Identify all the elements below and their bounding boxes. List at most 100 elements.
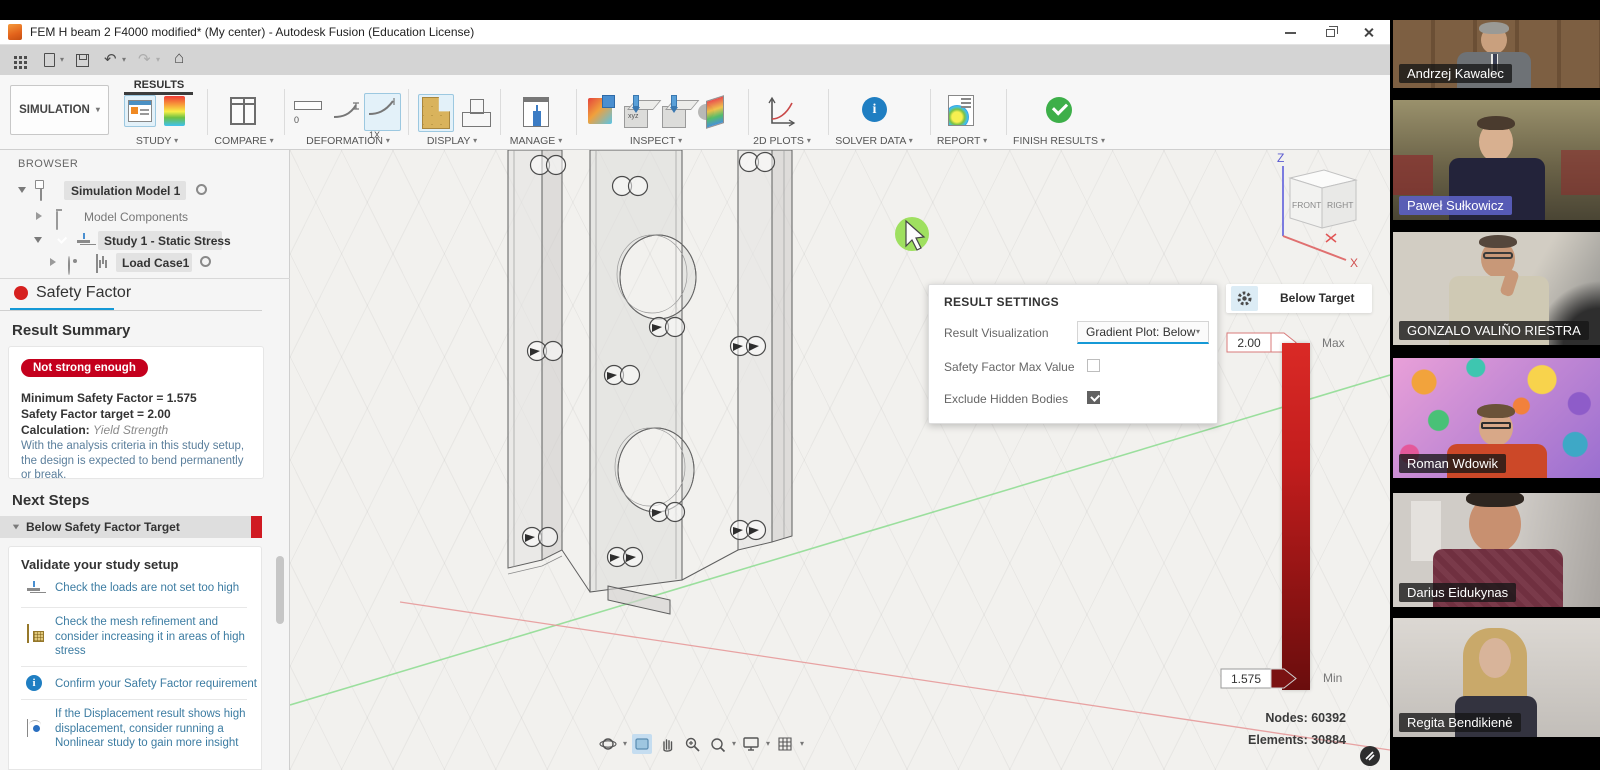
- exclude-checkbox[interactable]: [1087, 391, 1100, 404]
- close-button[interactable]: [1353, 23, 1383, 42]
- minimize-button[interactable]: [1275, 23, 1305, 42]
- viewcube[interactable]: Z FRONT RIGHT X: [1277, 151, 1358, 270]
- participant-tile[interactable]: Paweł Sułkowicz: [1393, 100, 1600, 220]
- orbit-icon[interactable]: [598, 734, 618, 754]
- visualization-dropdown[interactable]: Gradient Plot: Below ▾: [1077, 321, 1209, 344]
- group-label-deformation[interactable]: DEFORMATION ▾: [294, 135, 402, 147]
- pan-icon[interactable]: [657, 734, 677, 754]
- left-panel: BROWSER Simulation Model 1 Model Compone…: [0, 150, 290, 770]
- group-label-report[interactable]: REPORT ▾: [922, 135, 1002, 147]
- display-settings-caret-icon[interactable]: ▾: [766, 739, 770, 748]
- deformation-scaled-button[interactable]: 1X: [364, 93, 401, 131]
- tree-row-load-case[interactable]: Load Case1: [0, 253, 262, 272]
- collapsed-chevron-icon[interactable]: [50, 258, 56, 266]
- tree-row-model-components[interactable]: Model Components: [0, 207, 262, 226]
- group-label-study[interactable]: STUDY ▾: [124, 135, 190, 147]
- next-step-link[interactable]: Check the mesh refinement and consider i…: [55, 615, 247, 659]
- deformation-none-button[interactable]: 0: [294, 101, 322, 128]
- study-current-button[interactable]: [124, 95, 156, 127]
- expand-chevron-icon[interactable]: [18, 187, 26, 193]
- inspect-slice-plane-button[interactable]: [698, 98, 728, 126]
- max-value-checkbox[interactable]: [1087, 359, 1100, 372]
- tree-item-label[interactable]: Study 1 - Static Stress: [104, 234, 231, 248]
- expand-chevron-icon[interactable]: [34, 237, 42, 243]
- undo-caret-icon[interactable]: ▾: [122, 55, 126, 64]
- zoom-icon[interactable]: [682, 734, 702, 754]
- fit-caret-icon[interactable]: ▾: [732, 739, 736, 748]
- display-settings-icon[interactable]: [741, 734, 761, 754]
- feedback-bubble-icon[interactable]: [1360, 746, 1380, 766]
- tree-item-label[interactable]: Simulation Model 1: [71, 184, 180, 198]
- viewcube-right-face[interactable]: RIGHT: [1327, 200, 1353, 210]
- save-icon[interactable]: [76, 54, 89, 67]
- participant-tile[interactable]: Regita Bendikienė: [1393, 618, 1600, 737]
- collapsed-chevron-icon[interactable]: [36, 212, 42, 220]
- group-label-display[interactable]: DISPLAY ▾: [414, 135, 490, 147]
- legend-min-flag[interactable]: 1.575: [1220, 668, 1306, 690]
- report-button[interactable]: [948, 95, 974, 126]
- orbit-caret-icon[interactable]: ▾: [623, 739, 627, 748]
- file-menu-caret-icon[interactable]: ▾: [60, 55, 64, 64]
- dropdown-value: Gradient Plot: Below: [1086, 325, 1195, 339]
- viewcube-front-face[interactable]: FRONT: [1292, 200, 1321, 210]
- grid-caret-icon[interactable]: ▾: [800, 739, 804, 748]
- manage-settings-icon: [523, 97, 549, 127]
- undeformed-icon: [294, 101, 322, 110]
- activate-radio[interactable]: [196, 184, 207, 195]
- activate-radio[interactable]: [200, 256, 211, 267]
- group-label-solver-data[interactable]: SOLVER DATA ▾: [824, 135, 924, 147]
- next-step-link[interactable]: Confirm your Safety Factor requirement: [55, 677, 255, 692]
- ribbon-tab-results[interactable]: RESULTS: [124, 79, 194, 91]
- ribbon-toolbar: SIMULATION ▾ RESULTS STUDY ▾ COMPARE ▾ 0: [0, 75, 1390, 150]
- 2d-plots-button[interactable]: [766, 95, 798, 129]
- below-target-section-row[interactable]: Below Safety Factor Target: [0, 516, 262, 538]
- visibility-eye-icon[interactable]: [68, 256, 70, 275]
- group-label-2d-plots[interactable]: 2D PLOTS ▾: [742, 135, 822, 147]
- tree-item-label[interactable]: Model Components: [84, 210, 188, 224]
- compare-button[interactable]: [230, 97, 256, 125]
- next-step-link[interactable]: If the Displacement result shows high di…: [55, 707, 253, 751]
- solver-data-button[interactable]: [862, 97, 887, 122]
- section-chevron-icon: [13, 525, 19, 530]
- manage-button[interactable]: [523, 97, 549, 127]
- fit-icon[interactable]: [707, 734, 727, 754]
- participant-tile[interactable]: GONZALO VALIÑO RIESTRA: [1393, 232, 1600, 345]
- viewport-canvas[interactable]: Z FRONT RIGHT X RESULT SETTINGS Result V…: [290, 150, 1390, 770]
- inspect-point-button[interactable]: [662, 98, 686, 128]
- participant-tile[interactable]: Roman Wdowik: [1393, 358, 1600, 478]
- group-label-inspect[interactable]: INSPECT ▾: [616, 135, 696, 147]
- redo-caret-icon[interactable]: ▾: [156, 55, 160, 64]
- inspect-point-xyz-button[interactable]: xyz: [624, 98, 648, 128]
- tree-row-study-1[interactable]: Study 1 - Static Stress: [0, 231, 262, 250]
- app-launcher-icon[interactable]: [14, 56, 17, 59]
- display-mesh-button[interactable]: [418, 94, 454, 132]
- group-label-manage[interactable]: MANAGE ▾: [500, 135, 572, 147]
- finish-results-button[interactable]: [1046, 97, 1072, 123]
- group-label-compare[interactable]: COMPARE ▾: [206, 135, 282, 147]
- redo-icon[interactable]: ↷: [138, 52, 151, 68]
- grid-layout-icon[interactable]: [775, 734, 795, 754]
- participant-name: GONZALO VALIÑO RIESTRA: [1399, 321, 1589, 340]
- safety-factor-target: Safety Factor target = 2.00: [21, 407, 171, 421]
- next-step-link[interactable]: Check the loads are not set too high: [55, 581, 251, 596]
- inspect-results-button[interactable]: [588, 98, 612, 124]
- legend-settings-button[interactable]: [1231, 286, 1258, 311]
- undo-icon[interactable]: ↶: [104, 52, 117, 68]
- display-outline-button[interactable]: [462, 99, 490, 129]
- group-label-finish-results[interactable]: FINISH RESULTS ▾: [1006, 135, 1112, 147]
- workspace-selector[interactable]: SIMULATION ▾: [10, 85, 109, 135]
- screen: FEM H beam 2 F4000 modified* (My center)…: [0, 0, 1600, 770]
- participant-tile[interactable]: Darius Eidukynas: [1393, 493, 1600, 607]
- tree-item-label[interactable]: Load Case1: [122, 256, 189, 270]
- maximize-button[interactable]: [1315, 23, 1345, 42]
- file-menu-icon[interactable]: [44, 53, 55, 67]
- participant-tile[interactable]: Andrzej Kawalec: [1393, 20, 1600, 88]
- report-document-icon: [948, 95, 974, 126]
- tree-row-simulation-model[interactable]: Simulation Model 1: [0, 181, 262, 200]
- look-at-icon[interactable]: [632, 734, 652, 754]
- home-icon[interactable]: ⌂: [174, 50, 184, 66]
- deformation-actual-button[interactable]: [332, 101, 360, 123]
- study-legend-button[interactable]: [164, 96, 185, 126]
- fusion-app-icon: [8, 24, 22, 40]
- panel-scrollbar[interactable]: [276, 556, 284, 624]
